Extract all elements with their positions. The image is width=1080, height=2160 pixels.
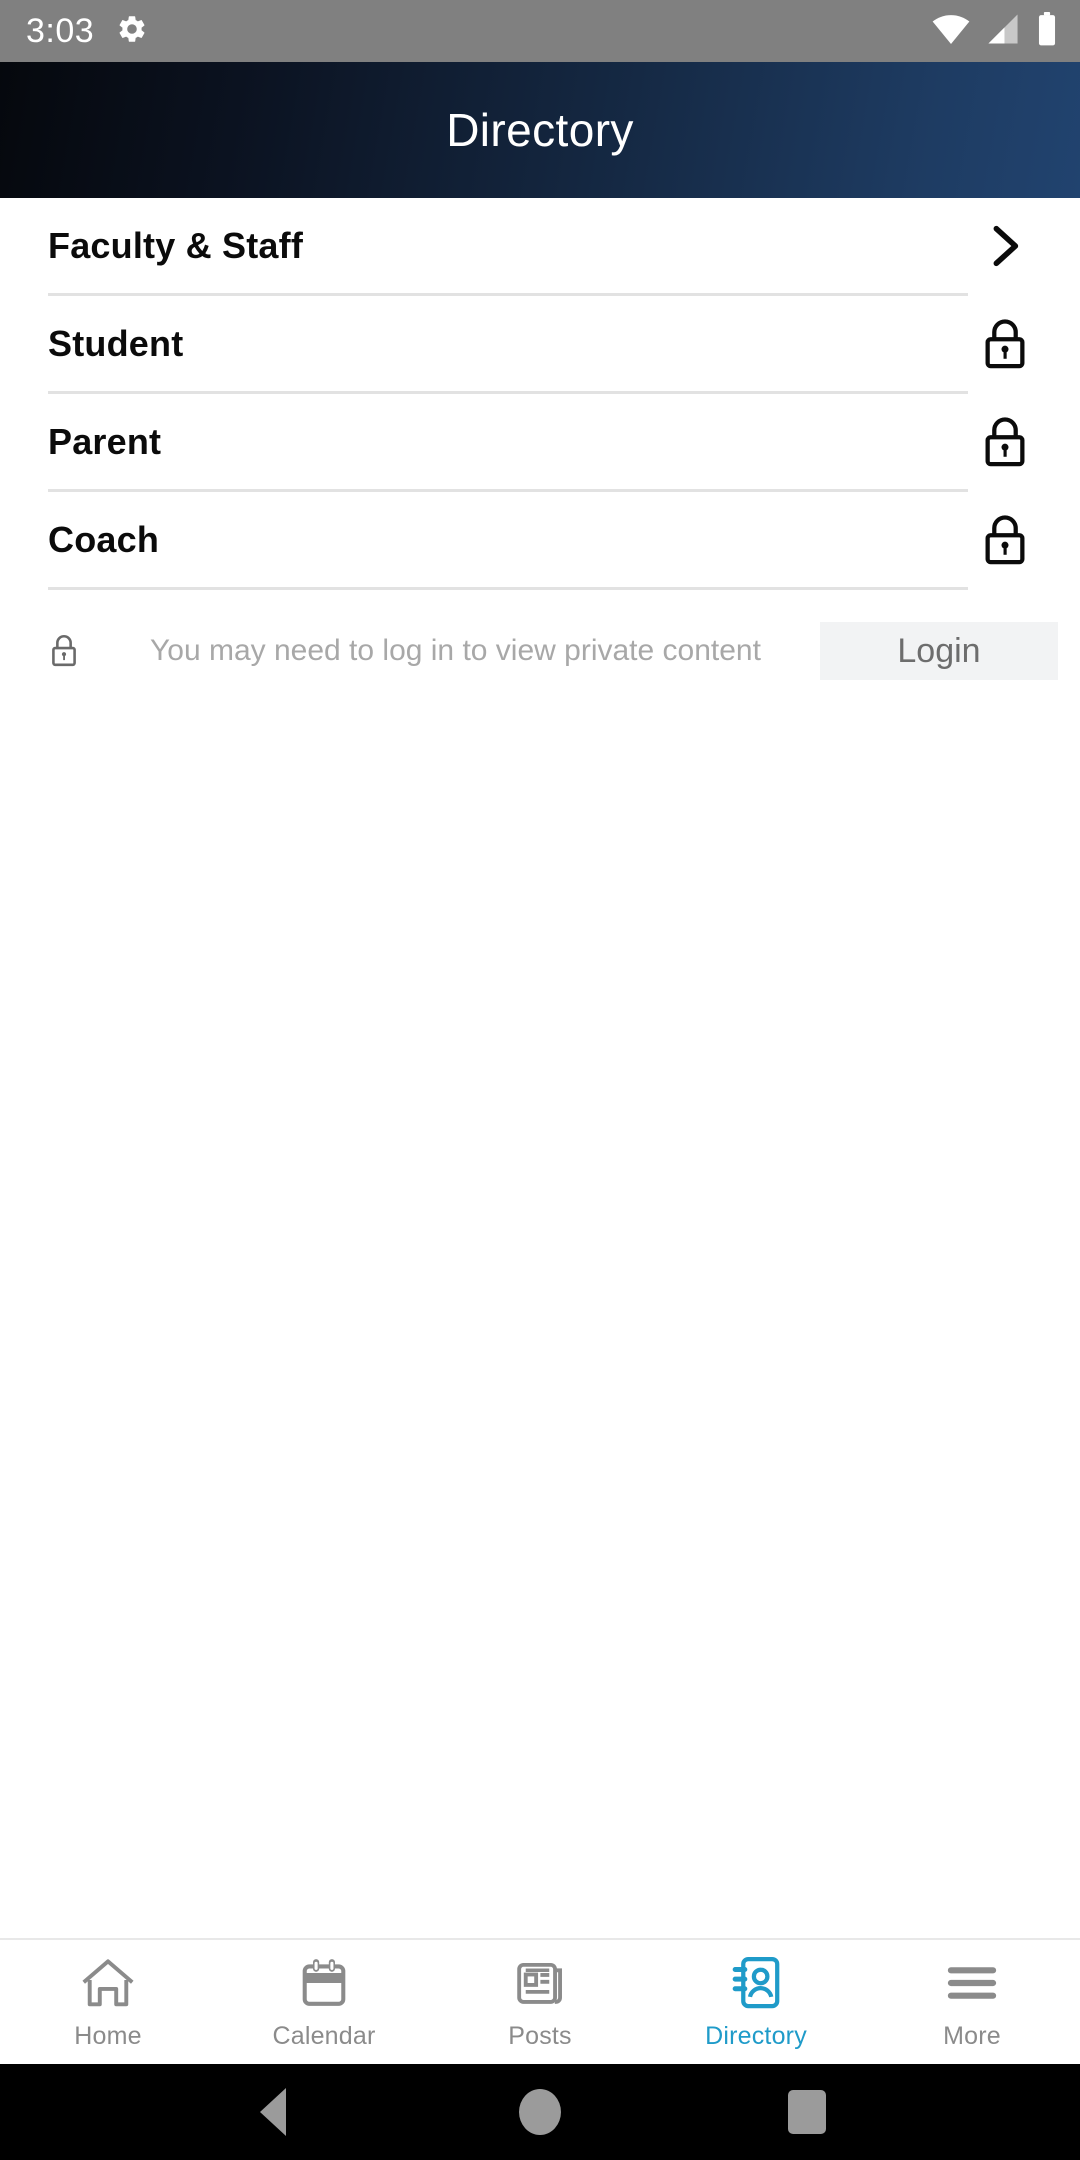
directory-row-student[interactable]: Student	[0, 296, 1080, 391]
cellular-signal-icon	[985, 13, 1021, 50]
directory-row-label: Coach	[48, 518, 160, 560]
tab-label: Posts	[508, 2021, 572, 2050]
directory-row-label: Parent	[48, 420, 162, 462]
battery-icon	[1036, 11, 1058, 51]
contact-book-icon	[729, 1954, 783, 2012]
tab-more[interactable]: More	[864, 1940, 1080, 2064]
tab-calendar[interactable]: Calendar	[216, 1940, 432, 2064]
calendar-icon	[297, 1954, 351, 2012]
status-bar-notification-icons	[116, 13, 148, 50]
home-circle-icon[interactable]	[495, 2064, 585, 2160]
status-bar: 3:03	[0, 0, 1080, 62]
directory-row-label: Faculty & Staff	[48, 224, 304, 266]
page-title: Directory	[446, 104, 634, 156]
wifi-icon	[932, 13, 970, 50]
tab-label: Directory	[705, 2021, 807, 2050]
tab-home[interactable]: Home	[0, 1940, 216, 2064]
login-button[interactable]: Login	[820, 622, 1058, 680]
bottom-tab-bar: Home Calendar Posts Directory More	[0, 1938, 1080, 2064]
recents-square-icon[interactable]	[762, 2064, 852, 2160]
hamburger-menu-icon	[944, 1954, 1000, 2012]
app-header: Directory	[0, 62, 1080, 198]
newspaper-icon	[513, 1954, 567, 2012]
tab-label: More	[943, 2021, 1001, 2050]
home-icon	[80, 1954, 136, 2012]
android-navigation-bar	[0, 2064, 1080, 2160]
tab-label: Calendar	[272, 2021, 376, 2050]
directory-list: Faculty & Staff Student Parent Coach	[0, 198, 1080, 590]
lock-icon	[48, 631, 92, 671]
main-content: Faculty & Staff Student Parent Coach You…	[0, 198, 1080, 1938]
directory-row-faculty-staff[interactable]: Faculty & Staff	[0, 198, 1080, 293]
phone-screen: 3:03 Directory Faculty & Staff Student P…	[0, 0, 1080, 2160]
tab-label: Home	[74, 2021, 142, 2050]
status-bar-clock: 3:03	[26, 11, 95, 50]
back-triangle-icon[interactable]	[228, 2064, 318, 2160]
tab-directory[interactable]: Directory	[648, 1940, 864, 2064]
row-divider	[48, 587, 968, 590]
gear-icon	[116, 13, 148, 50]
directory-row-label: Student	[48, 322, 184, 364]
login-notice-bar: You may need to log in to view private c…	[0, 614, 1080, 688]
tab-posts[interactable]: Posts	[432, 1940, 648, 2064]
lock-icon[interactable]	[966, 316, 1044, 372]
chevron-right-icon[interactable]	[966, 220, 1044, 272]
status-bar-system-icons	[932, 11, 1058, 51]
directory-row-parent[interactable]: Parent	[0, 394, 1080, 489]
directory-row-coach[interactable]: Coach	[0, 492, 1080, 587]
lock-icon[interactable]	[966, 414, 1044, 470]
lock-icon[interactable]	[966, 512, 1044, 568]
login-notice-message: You may need to log in to view private c…	[150, 634, 761, 667]
